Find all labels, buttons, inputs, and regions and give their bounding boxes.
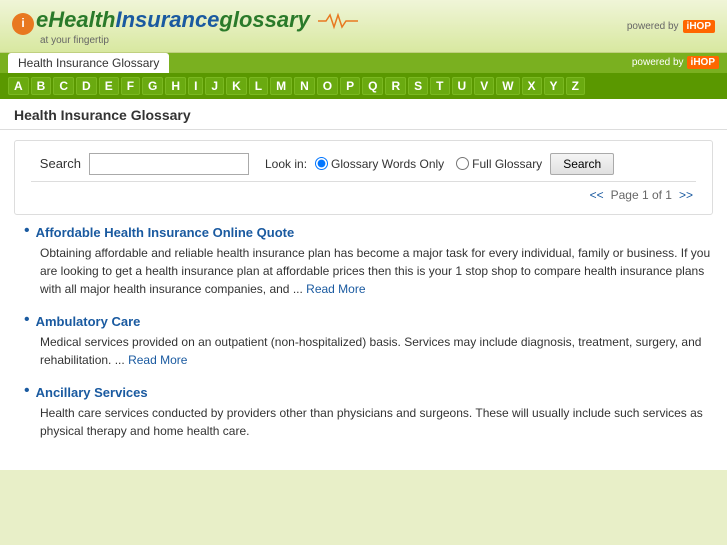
- result-title[interactable]: Ancillary Services: [36, 385, 148, 400]
- alpha-link-g[interactable]: G: [142, 77, 163, 95]
- page-title-bar: Health Insurance Glossary: [0, 99, 727, 130]
- result-body: Health care services conducted by provid…: [40, 404, 713, 440]
- radio-group: Glossary Words Only Full Glossary: [315, 157, 542, 171]
- result-item: • Ancillary Services Health care services …: [14, 385, 713, 440]
- nav-tab-glossary[interactable]: Health Insurance Glossary: [8, 53, 169, 73]
- alpha-link-a[interactable]: A: [8, 77, 29, 95]
- search-row: Search Look in: Glossary Words Only Full…: [31, 153, 696, 175]
- powered-by-right: powered by iHOP: [632, 56, 719, 73]
- main-container: Health Insurance Glossary Search Look in…: [0, 99, 727, 470]
- radio-glossary-words[interactable]: Glossary Words Only: [315, 157, 444, 171]
- result-bullet-row: • Affordable Health Insurance Online Quot…: [24, 225, 713, 240]
- search-button[interactable]: Search: [550, 153, 614, 175]
- search-label: Search: [31, 156, 81, 171]
- alpha-link-u[interactable]: U: [452, 77, 473, 95]
- radio-glossary-label: Glossary Words Only: [331, 157, 444, 171]
- powered-by-header: powered by iHOP: [627, 20, 715, 33]
- alpha-link-w[interactable]: W: [496, 77, 519, 95]
- logo-insurance: Insurance: [115, 7, 219, 32]
- alpha-nav: ABCDEFGHIJKLMNOPQRSTUVWXYZ: [0, 73, 727, 99]
- pulse-icon: [318, 12, 358, 30]
- read-more-link[interactable]: Read More: [128, 353, 187, 367]
- result-body: Medical services provided on an outpatie…: [40, 333, 713, 369]
- search-input[interactable]: [89, 153, 249, 175]
- alpha-link-j[interactable]: J: [205, 77, 224, 95]
- alpha-link-q[interactable]: Q: [362, 77, 383, 95]
- result-item: • Ambulatory Care Medical services provide…: [14, 314, 713, 369]
- alpha-link-r[interactable]: R: [385, 77, 406, 95]
- powered-by-badge: iHOP: [683, 20, 715, 33]
- header: ieHealthInsuranceglossary at your finger…: [0, 0, 727, 53]
- alpha-link-z[interactable]: Z: [566, 77, 585, 95]
- ellipsis: ...: [115, 353, 128, 367]
- alpha-link-e[interactable]: E: [99, 77, 119, 95]
- alpha-link-y[interactable]: Y: [544, 77, 564, 95]
- radio-glossary-input[interactable]: [315, 157, 328, 170]
- pagination-next[interactable]: >>: [679, 188, 693, 202]
- logo-ehealth: eHealth: [36, 7, 115, 32]
- pagination-text: Page 1 of 1: [611, 188, 672, 202]
- look-in-label: Look in:: [265, 157, 307, 171]
- alpha-link-s[interactable]: S: [408, 77, 428, 95]
- alpha-link-k[interactable]: K: [226, 77, 247, 95]
- results-area: • Affordable Health Insurance Online Quot…: [0, 225, 727, 470]
- page-title: Health Insurance Glossary: [14, 107, 191, 123]
- result-title[interactable]: Affordable Health Insurance Online Quote: [36, 225, 295, 240]
- result-bullet-row: • Ancillary Services: [24, 385, 713, 400]
- radio-full-input[interactable]: [456, 157, 469, 170]
- result-body: Obtaining affordable and reliable health…: [40, 244, 713, 298]
- alpha-link-t[interactable]: T: [430, 77, 449, 95]
- alpha-link-v[interactable]: V: [474, 77, 494, 95]
- alpha-link-h[interactable]: H: [165, 77, 186, 95]
- pagination-prev[interactable]: <<: [590, 188, 604, 202]
- alpha-link-c[interactable]: C: [53, 77, 74, 95]
- powered-by-right-label: powered by: [632, 57, 684, 68]
- pagination-row: << Page 1 of 1 >>: [31, 181, 696, 202]
- alpha-link-f[interactable]: F: [121, 77, 140, 95]
- alpha-link-d[interactable]: D: [76, 77, 97, 95]
- logo-area: ieHealthInsuranceglossary at your finger…: [12, 8, 358, 46]
- logo-text: ieHealthInsuranceglossary: [12, 8, 358, 35]
- search-area: Search Look in: Glossary Words Only Full…: [14, 140, 713, 215]
- read-more-link[interactable]: Read More: [306, 282, 365, 296]
- alpha-link-l[interactable]: L: [249, 77, 268, 95]
- radio-full-glossary[interactable]: Full Glossary: [456, 157, 542, 171]
- alpha-link-m[interactable]: M: [270, 77, 292, 95]
- radio-full-label: Full Glossary: [472, 157, 542, 171]
- alpha-link-x[interactable]: X: [522, 77, 542, 95]
- ellipsis: ...: [293, 282, 306, 296]
- bullet-dot: •: [24, 312, 30, 328]
- nav-tabs: Health Insurance Glossary powered by iHO…: [0, 53, 727, 73]
- alpha-link-o[interactable]: O: [317, 77, 338, 95]
- alpha-link-p[interactable]: P: [340, 77, 360, 95]
- powered-by-right-badge: iHOP: [687, 56, 719, 69]
- result-item: • Affordable Health Insurance Online Quot…: [14, 225, 713, 298]
- bullet-dot: •: [24, 383, 30, 399]
- alpha-link-n[interactable]: N: [294, 77, 315, 95]
- alpha-link-b[interactable]: B: [31, 77, 52, 95]
- logo-glossary-text: glossary: [219, 7, 310, 32]
- logo-tagline: at your fingertip: [40, 35, 109, 46]
- logo-icon: i: [12, 13, 34, 35]
- powered-by-label: powered by: [627, 21, 679, 32]
- result-title[interactable]: Ambulatory Care: [36, 314, 141, 329]
- result-bullet-row: • Ambulatory Care: [24, 314, 713, 329]
- bullet-dot: •: [24, 223, 30, 239]
- alpha-link-i[interactable]: I: [188, 77, 203, 95]
